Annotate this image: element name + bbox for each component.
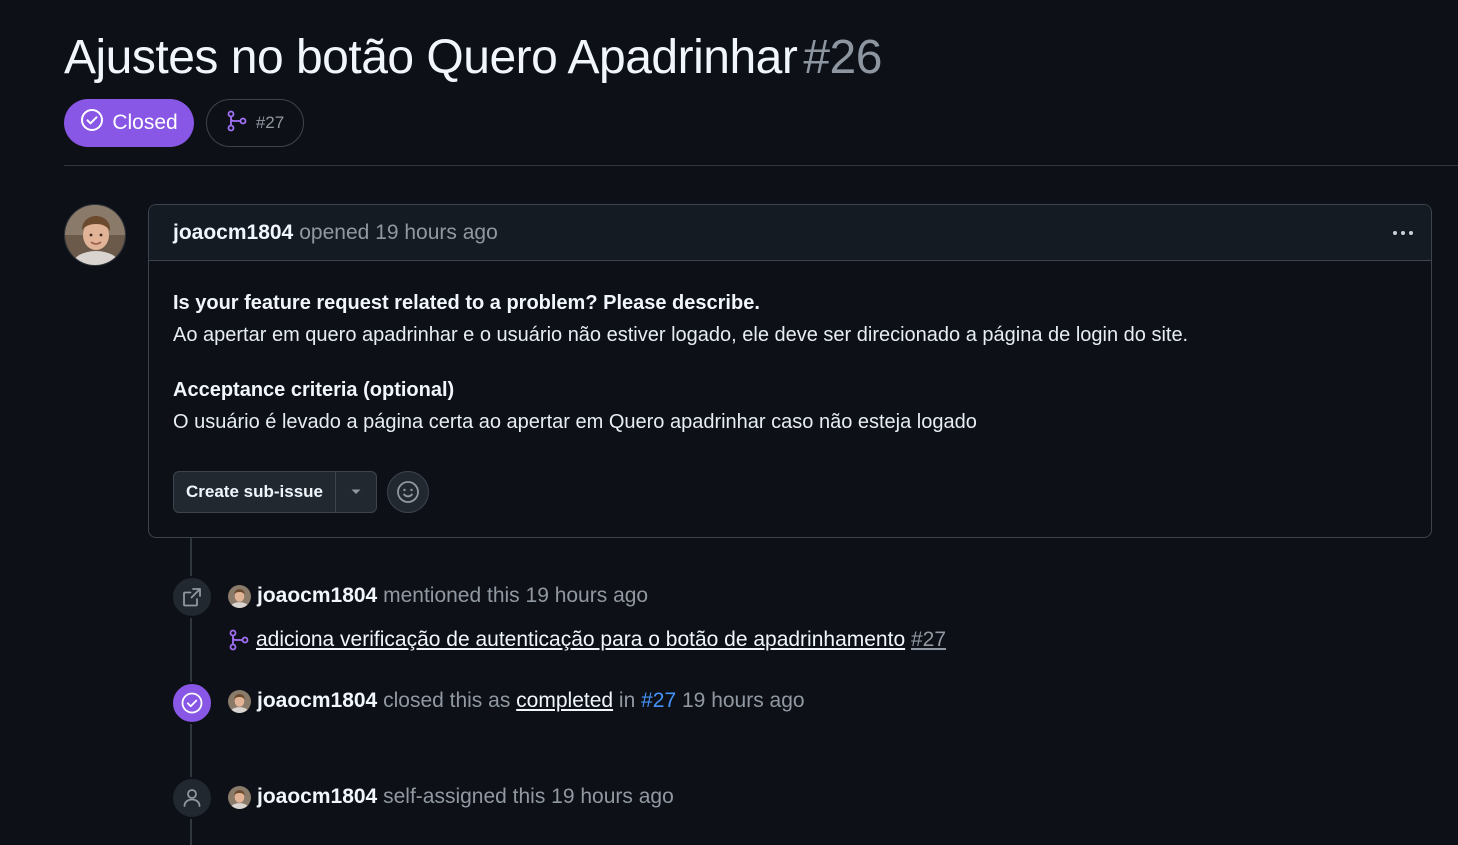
event-author-link[interactable]: joaocm1804: [257, 689, 377, 713]
linked-pr-number: #27: [255, 113, 285, 132]
event-text: self-assigned this 19 hours ago: [383, 785, 674, 808]
comment-paragraph-criteria: O usuário é levado a página certa ao ape…: [173, 411, 977, 433]
timeline-closed-event: joaocm1804 closed this as completed in #…: [228, 689, 805, 713]
issue-title: Ajustes no botão Quero Apadrinhar #26: [64, 30, 882, 85]
linked-pr-pill[interactable]: #27: [206, 99, 304, 147]
event-author-link[interactable]: joaocm1804: [257, 584, 377, 608]
comment-actions: Create sub-issue: [173, 471, 429, 513]
comment-heading-criteria: Acceptance criteria (optional): [173, 379, 455, 401]
issue-title-text: Ajustes no botão Quero Apadrinhar: [64, 31, 798, 84]
closing-pr-link[interactable]: #27: [641, 689, 676, 713]
timeline-assigned-event: joaocm1804 self-assigned this 19 hours a…: [228, 785, 674, 809]
add-reaction-smiley-icon[interactable]: [387, 471, 429, 513]
mentioned-pr-number[interactable]: #27: [911, 628, 946, 652]
kebab-menu-icon[interactable]: [1389, 221, 1417, 245]
issue-comment: joaocm1804 opened 19 hours ago Is your f…: [148, 204, 1432, 538]
check-circle-icon: [80, 108, 104, 138]
comment-heading-problem: Is your feature request related to a pro…: [173, 292, 760, 314]
closed-check-icon: [171, 682, 213, 724]
person-icon: [171, 777, 213, 819]
mentioned-pr-link-row[interactable]: adiciona verificação de autenticação par…: [228, 628, 946, 652]
chevron-down-icon[interactable]: [336, 472, 376, 512]
completed-link[interactable]: completed: [516, 689, 613, 713]
create-sub-issue-button[interactable]: Create sub-issue: [174, 472, 336, 512]
timeline-mention-event: joaocm1804 mentioned this 19 hours ago: [228, 584, 648, 608]
issue-state-badge: Closed: [64, 99, 194, 147]
avatar[interactable]: [228, 689, 251, 713]
header-divider: [64, 165, 1458, 166]
pull-request-icon: [228, 629, 250, 651]
event-time[interactable]: 19 hours ago: [682, 689, 805, 713]
event-text: closed this as: [383, 689, 511, 712]
comment-paragraph-problem: Ao apertar em quero apadrinhar e o usuár…: [173, 324, 1189, 346]
event-text-in: in: [618, 689, 636, 712]
issue-state-label: Closed: [112, 111, 178, 134]
event-author-link[interactable]: joaocm1804: [257, 785, 377, 809]
avatar[interactable]: [228, 584, 251, 608]
cross-reference-icon: [171, 576, 213, 618]
comment-author-link[interactable]: joaocm1804: [173, 221, 293, 245]
avatar[interactable]: [228, 785, 251, 809]
mentioned-pr-title-link[interactable]: adiciona verificação de autenticação par…: [256, 628, 905, 652]
comment-body: Is your feature request related to a pro…: [149, 261, 1431, 438]
comment-header: joaocm1804 opened 19 hours ago: [149, 205, 1431, 261]
create-sub-issue-split-button: Create sub-issue: [173, 471, 377, 513]
event-text: mentioned this 19 hours ago: [383, 584, 649, 607]
author-avatar[interactable]: [64, 204, 126, 266]
issue-number: #26: [803, 31, 882, 84]
pull-request-icon: [226, 110, 248, 137]
comment-meta: opened 19 hours ago: [299, 220, 498, 244]
